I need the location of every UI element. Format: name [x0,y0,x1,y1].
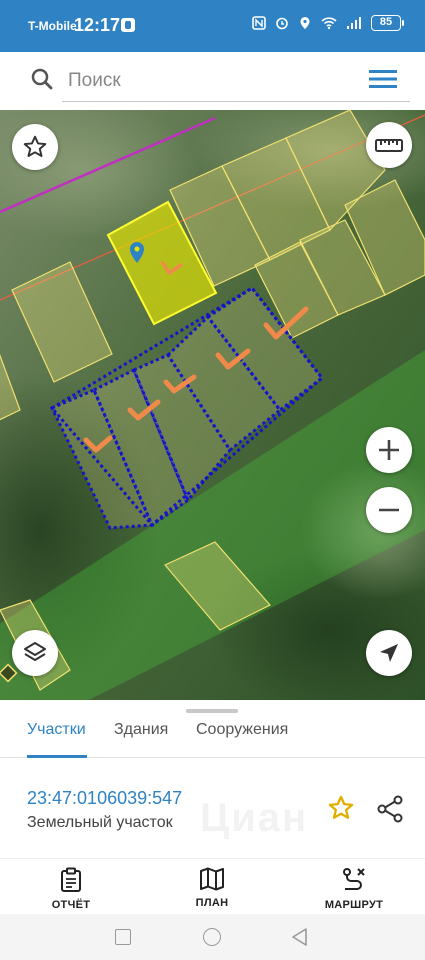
locate-icon [380,644,398,662]
menu-icon[interactable] [369,68,397,90]
map-plan-icon [200,867,224,891]
active-tab-indicator [27,755,87,758]
recent-apps-button[interactable] [115,929,131,945]
drag-handle[interactable] [186,709,238,713]
search-icon[interactable] [30,67,54,91]
nav-report-label: ОТЧЁТ [51,899,91,911]
clock: 12:17 [74,15,121,35]
measure-button[interactable] [366,122,412,168]
share-icon[interactable] [376,795,404,823]
nav-route[interactable]: МАРШРУТ [309,867,399,911]
status-bar: T-Mobile 12:17 85 [0,0,425,52]
signal-icon [347,17,361,29]
satellite-map[interactable] [0,110,425,700]
nav-report[interactable]: ОТЧЁТ [26,867,116,911]
nav-route-label: МАРШРУТ [324,899,384,911]
battery-indicator: 85 [371,15,404,31]
nav-plan[interactable]: ПЛАН [167,867,257,909]
status-icons: 85 [252,15,404,31]
wifi-icon [321,17,337,30]
zoom-in-button[interactable] [366,427,412,473]
star-icon [23,135,47,157]
tab-structures[interactable]: Сооружения [196,721,288,739]
zoom-out-icon [379,508,399,512]
tab-parcels[interactable]: Участки [27,721,86,739]
location-icon [300,17,310,29]
watermark: Циан [200,796,309,840]
layers-icon [24,642,46,661]
cadastral-number[interactable]: 23:47:0106039:547 [27,788,182,809]
route-icon [343,868,365,890]
favorite-map-button[interactable] [12,124,58,170]
nfc-icon [252,16,266,30]
back-button[interactable] [290,927,308,947]
parcel-type: Земельный участок [27,814,173,831]
nav-plan-label: ПЛАН [195,897,229,909]
zoom-in-icon [379,440,399,460]
tab-buildings[interactable]: Здания [114,721,168,739]
search-bar [0,52,425,110]
report-icon [61,867,81,892]
bottom-navigation: ОТЧЁТ ПЛАН МАРШРУТ [0,858,425,914]
my-location-button[interactable] [366,630,412,676]
favorite-star-icon[interactable] [327,794,355,822]
carrier-name: T-Mobile [28,19,77,33]
ruler-icon [375,139,403,152]
zoom-out-button[interactable] [366,487,412,533]
home-button[interactable] [203,928,221,946]
system-navigation-bar [0,914,425,960]
alarm-icon [276,17,288,30]
navigation-app-icon [121,18,135,32]
search-input[interactable] [62,60,410,102]
layers-button[interactable] [12,630,58,676]
